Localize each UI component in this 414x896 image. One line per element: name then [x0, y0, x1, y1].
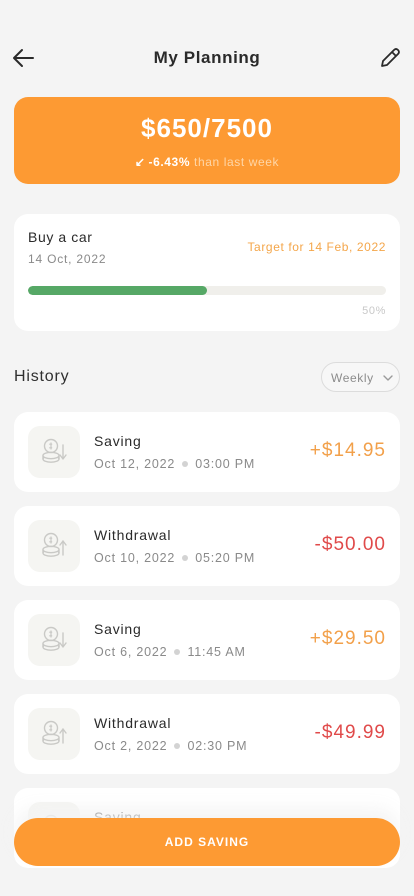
top-bar: My Planning	[0, 38, 414, 78]
balance-amount: $650/7500	[141, 113, 273, 143]
change-percent: -6.43%	[148, 155, 191, 169]
transaction-row[interactable]: Withdrawal Oct 2, 2022 02:30 PM -$49.99	[14, 694, 400, 774]
transaction-datetime: Oct 2, 2022 02:30 PM	[94, 739, 247, 753]
transaction-date: Oct 10, 2022	[94, 551, 176, 565]
balance-card: $650/7500 ↙ -6.43% than last week	[14, 97, 400, 184]
period-dropdown[interactable]: Weekly	[321, 362, 400, 392]
coin-deposit-icon	[28, 426, 80, 478]
goal-progress-bar	[28, 286, 386, 295]
separator-dot	[174, 743, 181, 750]
goal-start-date: 14 Oct, 2022	[28, 252, 107, 266]
goal-progress-fill	[28, 286, 207, 295]
transaction-date: Oct 12, 2022	[94, 457, 176, 471]
goal-progress-label: 50%	[362, 305, 386, 317]
coin-deposit-icon	[28, 614, 80, 666]
goal-card[interactable]: Buy a car 14 Oct, 2022 Target for 14 Feb…	[14, 214, 400, 331]
transaction-type: Withdrawal	[94, 527, 172, 543]
change-suffix: than last week	[194, 155, 280, 169]
add-saving-button[interactable]: ADD SAVING	[14, 818, 400, 866]
transaction-datetime: Oct 10, 2022 05:20 PM	[94, 551, 255, 565]
transaction-amount: +$14.95	[309, 440, 386, 461]
transaction-datetime: Oct 12, 2022 03:00 PM	[94, 457, 255, 471]
transaction-time: 05:20 PM	[195, 551, 256, 565]
separator-dot	[182, 555, 189, 562]
coin-withdraw-icon	[28, 520, 80, 572]
separator-dot	[174, 649, 181, 656]
history-heading: History	[14, 368, 70, 385]
page-title: My Planning	[153, 48, 261, 67]
goal-target-date: Target for 14 Feb, 2022	[247, 240, 386, 254]
transaction-time: 03:00 PM	[195, 457, 256, 471]
chevron-down-icon	[383, 375, 393, 381]
weekly-change: ↙ -6.43% than last week	[14, 155, 400, 169]
transaction-datetime: Oct 6, 2022 11:45 AM	[94, 645, 246, 659]
coin-withdraw-icon	[28, 708, 80, 760]
transaction-row[interactable]: Withdrawal Oct 10, 2022 05:20 PM -$50.00	[14, 506, 400, 586]
period-dropdown-value: Weekly	[331, 371, 374, 385]
transaction-date: Oct 6, 2022	[94, 645, 168, 659]
transaction-time: 11:45 AM	[187, 645, 246, 659]
transaction-type: Saving	[94, 621, 142, 637]
transaction-amount: -$49.99	[314, 722, 386, 743]
transaction-type: Withdrawal	[94, 715, 172, 731]
goal-name: Buy a car	[28, 229, 93, 245]
edit-button[interactable]	[376, 44, 404, 72]
arrow-down-left-icon: ↙	[134, 155, 146, 169]
separator-dot	[182, 461, 189, 468]
transaction-amount: +$29.50	[309, 628, 386, 649]
transaction-row[interactable]: Saving Oct 6, 2022 11:45 AM +$29.50	[14, 600, 400, 680]
pencil-icon	[381, 48, 400, 67]
transaction-date: Oct 2, 2022	[94, 739, 168, 753]
history-list: Saving Oct 12, 2022 03:00 PM +$14.95 With…	[14, 412, 400, 882]
transaction-row[interactable]: Saving Oct 12, 2022 03:00 PM +$14.95	[14, 412, 400, 492]
transaction-time: 02:30 PM	[187, 739, 248, 753]
transaction-amount: -$50.00	[314, 534, 386, 555]
transaction-type: Saving	[94, 433, 142, 449]
